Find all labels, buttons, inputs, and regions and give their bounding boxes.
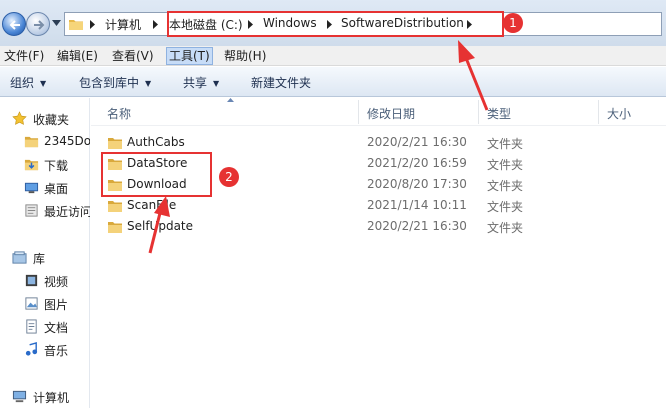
video-icon (25, 274, 38, 287)
nav-libraries[interactable]: 库 (0, 247, 90, 267)
share-button[interactable]: 共享 ▼ (183, 74, 219, 91)
chevron-down-icon: ▼ (40, 79, 47, 88)
menu-tools[interactable]: 工具(T) (166, 47, 213, 65)
file-row[interactable]: SelfUpdate 2020/2/21 16:30 文件夹 (103, 216, 573, 237)
nav-item-pictures[interactable]: 图片 (0, 293, 90, 313)
nav-item-label: 最近访问 (44, 205, 90, 219)
desktop-icon (24, 182, 39, 194)
organize-label: 组织 (10, 76, 35, 90)
file-type: 文件夹 (487, 200, 524, 214)
nav-item-music[interactable]: 音乐 (0, 339, 90, 359)
nav-computer-label: 计算机 (33, 391, 70, 405)
file-type: 文件夹 (487, 158, 524, 172)
column-divider[interactable] (478, 100, 479, 124)
column-divider[interactable] (358, 100, 359, 124)
star-icon (12, 111, 27, 125)
nav-item-label: 音乐 (44, 344, 69, 358)
nav-item-label: 视频 (44, 275, 69, 289)
breadcrumb-separator-icon[interactable] (90, 20, 95, 29)
column-header: 名称 修改日期 类型 大小 (91, 98, 666, 126)
download-highlight-box (101, 152, 212, 197)
menu-edit[interactable]: 编辑(E) (55, 47, 100, 65)
back-arrow-icon (9, 20, 20, 30)
file-type: 文件夹 (487, 179, 524, 193)
column-divider[interactable] (598, 100, 599, 124)
breadcrumb-computer[interactable]: 计算机 (105, 16, 141, 33)
breadcrumb-separator-icon[interactable] (153, 20, 158, 29)
column-size[interactable]: 大小 (607, 105, 631, 122)
pictures-icon (25, 297, 38, 310)
navigation-pane: 收藏夹 2345Do 下载 桌面 最近访问 库 视频 图片 文档 音乐 计算机 (0, 98, 90, 408)
forward-arrow-icon (34, 20, 45, 30)
menu-bar: 文件(F) 编辑(E) 查看(V) 工具(T) 帮助(H) (0, 46, 666, 66)
nav-item-recent[interactable]: 最近访问 (0, 200, 90, 220)
nav-item-desktop[interactable]: 桌面 (0, 177, 90, 197)
chevron-down-icon: ▼ (213, 79, 220, 88)
address-highlight-box (167, 11, 504, 37)
menu-file[interactable]: 文件(F) (2, 47, 46, 65)
include-in-library-button[interactable]: 包含到库中 ▼ (79, 74, 151, 91)
sort-ascending-icon (227, 98, 234, 102)
file-date: 2020/2/21 16:30 (367, 135, 467, 149)
nav-libraries-label: 库 (33, 252, 46, 266)
file-date: 2020/2/21 16:30 (367, 219, 467, 233)
file-name: ScanFile (127, 198, 177, 212)
file-row[interactable]: ScanFile 2021/1/14 10:11 文件夹 (103, 195, 573, 216)
nav-item-videos[interactable]: 视频 (0, 270, 90, 290)
file-list: 名称 修改日期 类型 大小 AuthCabs 2020/2/21 16:30 文… (91, 98, 666, 408)
folder-icon (108, 222, 122, 233)
column-date-modified[interactable]: 修改日期 (367, 105, 415, 122)
download-folder-icon (24, 159, 39, 171)
music-icon (25, 342, 38, 356)
file-name: SelfUpdate (127, 219, 194, 233)
nav-computer[interactable]: 计算机 (0, 386, 90, 406)
nav-item-downloads[interactable]: 下载 (0, 154, 90, 174)
file-name: AuthCabs (127, 135, 185, 149)
chevron-down-icon[interactable] (52, 20, 61, 26)
nav-item-label: 图片 (44, 298, 69, 312)
file-row[interactable]: AuthCabs 2020/2/21 16:30 文件夹 (103, 132, 573, 153)
folder-icon (108, 201, 122, 212)
folder-icon (24, 136, 39, 148)
back-button[interactable] (2, 12, 26, 36)
step-1-badge: 1 (503, 13, 523, 33)
library-icon (12, 251, 27, 264)
new-folder-button[interactable]: 新建文件夹 (251, 74, 311, 91)
nav-item-label: 文档 (44, 321, 69, 335)
command-bar: 组织 ▼ 包含到库中 ▼ 共享 ▼ 新建文件夹 (0, 67, 666, 97)
file-date: 2021/1/14 10:11 (367, 198, 467, 212)
computer-icon (12, 390, 27, 403)
nav-item-2345[interactable]: 2345Do (0, 131, 90, 151)
nav-item-label: 2345Do (44, 134, 90, 148)
step-2-badge: 2 (219, 167, 239, 187)
nav-favorites-label: 收藏夹 (33, 113, 70, 127)
file-date: 2020/8/20 17:30 (367, 177, 467, 191)
include-in-library-label: 包含到库中 (79, 76, 140, 90)
file-type: 文件夹 (487, 137, 524, 151)
nav-item-label: 桌面 (44, 182, 69, 196)
chevron-down-icon: ▼ (145, 79, 152, 88)
menu-view[interactable]: 查看(V) (110, 47, 156, 65)
file-date: 2021/2/20 16:59 (367, 156, 467, 170)
share-label: 共享 (183, 76, 208, 90)
folder-icon (108, 138, 122, 149)
forward-button[interactable] (26, 12, 50, 36)
column-name[interactable]: 名称 (107, 105, 131, 122)
folder-icon (69, 20, 83, 30)
documents-icon (26, 319, 37, 334)
column-type[interactable]: 类型 (487, 105, 511, 122)
menu-help[interactable]: 帮助(H) (222, 47, 268, 65)
nav-favorites[interactable]: 收藏夹 (0, 108, 90, 128)
organize-button[interactable]: 组织 ▼ (10, 74, 46, 91)
nav-item-label: 下载 (44, 159, 69, 173)
file-type: 文件夹 (487, 221, 524, 235)
recent-places-icon (25, 204, 38, 217)
nav-item-documents[interactable]: 文档 (0, 316, 90, 336)
